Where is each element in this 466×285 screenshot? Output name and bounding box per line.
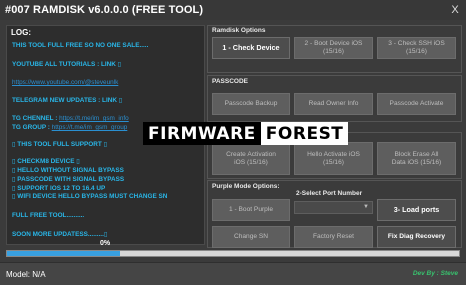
factory-reset-button[interactable]: Factory Reset (294, 226, 373, 248)
youtube-link[interactable]: https://www.youtube.com/@steveunlk (12, 79, 118, 86)
check-ssh-button[interactable]: 3 - Check SSH iOS (15/16) (377, 37, 456, 59)
log-line: ▯ WIFI DEVICE HELLO BYPASS MUST CHANGE S… (12, 193, 168, 200)
passcode-label: PASSCODE (212, 78, 248, 85)
passcode-activate-button[interactable]: Passcode Activate (377, 93, 456, 115)
purple-mode-group: Purple Mode Options: 2-Select Port Numbe… (207, 180, 462, 248)
tg-channel-line: TG CHENNEL : https://t.me/im_gsm_info (12, 115, 129, 122)
log-line: ▯ CHECKM8 DEVICE ▯ (12, 158, 80, 165)
ramdisk-options-group: Ramdisk Options 1 - Check Device 2 - Boo… (207, 25, 462, 73)
log-line: THIS TOOL FULL FREE SO NO ONE SALE..... (12, 42, 149, 49)
model-label: Model: N/A (6, 270, 46, 279)
passcode-backup-button[interactable]: Passcode Backup (212, 93, 290, 115)
window-title: #007 RAMDISK v6.0.0.0 (FREE TOOL) (5, 4, 204, 16)
hello-activate-button[interactable]: Hello Activate iOS (15/16) (294, 142, 373, 175)
log-line: SOON MORE UPDATESS.........▯ (12, 231, 108, 238)
change-sn-button[interactable]: Change SN (212, 226, 290, 248)
progress-bar (6, 250, 460, 257)
watermark-logo: FIRMWARE FOREST (143, 122, 349, 145)
log-line: TELEGRAM NEW UPDATES : LINK ▯ (12, 97, 123, 104)
fix-diag-recovery-button[interactable]: Fix Diag Recovery (377, 226, 456, 248)
tg-group-label: TG GROUP : (12, 124, 50, 131)
log-line: FULL FREE TOOL.......... (12, 212, 85, 219)
ramdisk-options-label: Ramdisk Options (212, 27, 266, 34)
log-title: LOG: (11, 28, 31, 37)
status-bar: Model: N/A Dev By : Steve (0, 262, 466, 285)
passcode-group: PASSCODE Passcode Backup Read Owner Info… (207, 75, 462, 122)
load-ports-button[interactable]: 3- Load ports (377, 199, 456, 221)
watermark-part1: FIRMWARE (143, 122, 261, 145)
boot-device-button[interactable]: 2 - Boot Device iOS (15/16) (294, 37, 373, 59)
chevron-down-icon: ▼ (363, 204, 369, 210)
port-select[interactable]: ▼ (294, 201, 373, 214)
title-bar: #007 RAMDISK v6.0.0.0 (FREE TOOL) X (0, 0, 466, 20)
close-button[interactable]: X (444, 4, 466, 16)
progress-percent: 0% (100, 240, 111, 247)
tg-group-line: TG GROUP : https://t.me/im_gsm_group (12, 124, 128, 131)
create-activation-button[interactable]: Create Activation iOS (15/16) (212, 142, 290, 175)
log-line: ▯ THIS TOOL FULL SUPPORT ▯ (12, 141, 108, 148)
log-line: ▯ SUPPORT IOS 12 TO 16.4 UP (12, 185, 106, 192)
purple-mode-label: Purple Mode Options: (212, 183, 280, 190)
developer-credit: Dev By : Steve (412, 270, 458, 277)
port-number-label: 2-Select Port Number (296, 190, 363, 197)
tg-channel-link[interactable]: https://t.me/im_gsm_info (59, 115, 129, 122)
log-line: ▯ HELLO WITHOUT SIGNAL BYPASS (12, 167, 124, 174)
block-erase-button[interactable]: Block Erase All Data iOS (15/16) (377, 142, 456, 175)
boot-purple-button[interactable]: 1 - Boot Purple (212, 199, 290, 221)
watermark-part2: FOREST (260, 122, 349, 145)
read-owner-info-button[interactable]: Read Owner Info (294, 93, 373, 115)
tg-channel-label: TG CHENNEL : (12, 115, 58, 122)
log-line: ▯ PASSCODE WITH SIGNAL BYPASS (12, 176, 125, 183)
tg-group-link[interactable]: https://t.me/im_gsm_group (52, 124, 128, 131)
log-line: YOUTUBE ALL TUTORIALS : LINK ▯ (12, 61, 122, 68)
check-device-button[interactable]: 1 - Check Device (212, 37, 290, 59)
progress-fill (7, 251, 120, 256)
